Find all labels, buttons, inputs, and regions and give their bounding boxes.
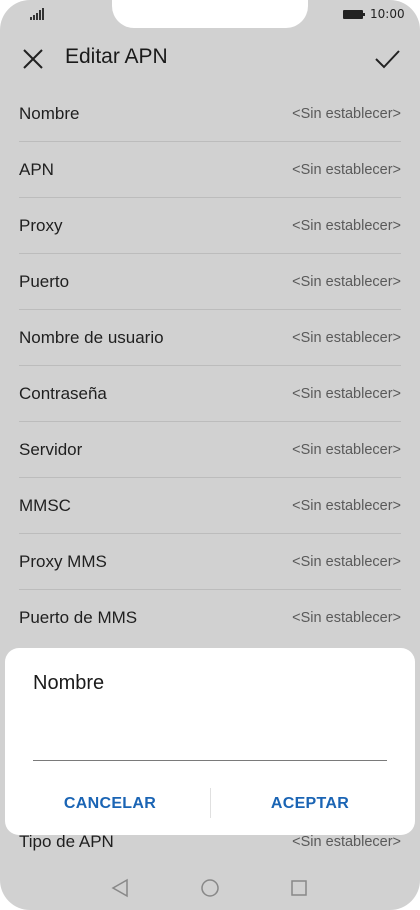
signal-icon: [30, 8, 44, 20]
setting-label: Nombre: [19, 104, 80, 123]
setting-value: <Sin establecer>: [292, 442, 401, 458]
setting-label: Nombre de usuario: [19, 328, 164, 347]
setting-row-puerto-de-mms[interactable]: Puerto de MMS <Sin establecer>: [0, 590, 420, 646]
setting-value: <Sin establecer>: [292, 330, 401, 346]
status-bar: 10:00: [0, 0, 420, 30]
clock: 10:00: [370, 7, 405, 21]
setting-label: Contraseña: [19, 384, 107, 403]
name-input[interactable]: [33, 726, 387, 761]
recent-square-icon[interactable]: [290, 879, 308, 897]
setting-value: <Sin establecer>: [292, 834, 401, 850]
battery-icon: [343, 10, 365, 19]
name-edit-dialog: Nombre CANCELAR ACEPTAR: [5, 648, 415, 835]
setting-value: <Sin establecer>: [292, 610, 401, 626]
setting-value: <Sin establecer>: [292, 218, 401, 234]
setting-row-nombre[interactable]: Nombre <Sin establecer>: [0, 86, 420, 142]
phone-screen: 10:00 Editar APN Nombre <Sin establecer>…: [0, 0, 420, 910]
page-title: Editar APN: [65, 45, 168, 68]
setting-row-mmsc[interactable]: MMSC <Sin establecer>: [0, 478, 420, 534]
close-icon[interactable]: [18, 44, 48, 74]
accept-button[interactable]: ACEPTAR: [215, 788, 405, 820]
apn-settings-list: Nombre <Sin establecer> APN <Sin estable…: [0, 86, 420, 646]
setting-label: APN: [19, 160, 54, 179]
setting-value: <Sin establecer>: [292, 162, 401, 178]
setting-label: Proxy: [19, 216, 63, 235]
check-icon[interactable]: [372, 44, 402, 74]
setting-label: MMSC: [19, 496, 71, 515]
setting-row-proxy-mms[interactable]: Proxy MMS <Sin establecer>: [0, 534, 420, 590]
button-separator: [210, 788, 211, 818]
setting-row-nombre-de-usuario[interactable]: Nombre de usuario <Sin establecer>: [0, 310, 420, 366]
setting-label: Proxy MMS: [19, 552, 107, 571]
toolbar: Editar APN: [0, 30, 420, 86]
setting-label: Puerto de MMS: [19, 608, 138, 627]
cancel-button[interactable]: CANCELAR: [15, 788, 205, 820]
setting-value: <Sin establecer>: [292, 106, 401, 122]
setting-row-puerto[interactable]: Puerto <Sin establecer>: [0, 254, 420, 310]
setting-label: Tipo de APN: [19, 832, 114, 851]
setting-row-contrasena[interactable]: Contraseña <Sin establecer>: [0, 366, 420, 422]
navigation-bar: [0, 870, 420, 910]
setting-row-proxy[interactable]: Proxy <Sin establecer>: [0, 198, 420, 254]
notch: [112, 0, 308, 28]
setting-row-servidor[interactable]: Servidor <Sin establecer>: [0, 422, 420, 478]
setting-value: <Sin establecer>: [292, 498, 401, 514]
back-triangle-icon[interactable]: [111, 878, 129, 898]
setting-label: Servidor: [19, 440, 83, 459]
setting-value: <Sin establecer>: [292, 386, 401, 402]
setting-value: <Sin establecer>: [292, 554, 401, 570]
setting-value: <Sin establecer>: [292, 274, 401, 290]
home-circle-icon[interactable]: [200, 878, 220, 898]
setting-label: Puerto: [19, 272, 70, 291]
setting-row-apn[interactable]: APN <Sin establecer>: [0, 142, 420, 198]
dialog-title: Nombre: [33, 672, 105, 694]
